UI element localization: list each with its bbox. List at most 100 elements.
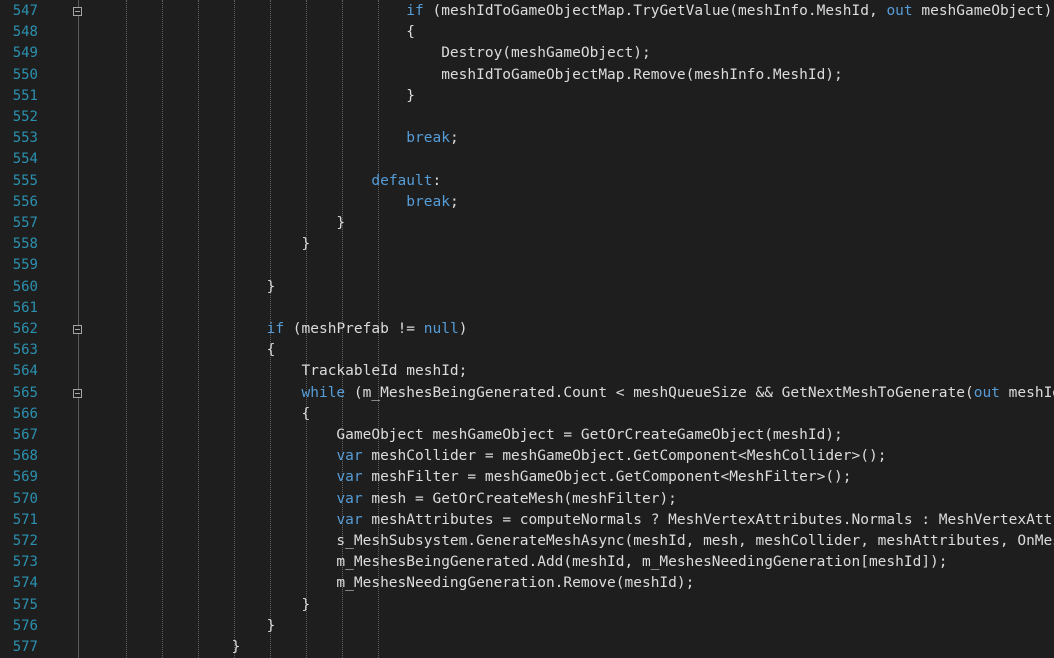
line-number: 547 <box>12 3 38 19</box>
code-text: } <box>92 595 311 616</box>
code-text: } <box>92 213 345 234</box>
code-token: } <box>92 639 241 655</box>
code-text: var meshFilter = meshGameObject.GetCompo… <box>92 467 852 488</box>
line-number: 566 <box>12 405 38 422</box>
code-line[interactable]: 554 <box>0 149 1054 170</box>
line-number: 558 <box>12 236 38 253</box>
code-line[interactable]: 571 var meshAttributes = computeNormals … <box>0 510 1054 531</box>
code-line[interactable]: 555 default: <box>0 171 1054 192</box>
code-token: meshId)) <box>1008 384 1054 401</box>
keyword-token: break <box>406 130 450 147</box>
code-editor[interactable]: 547 if (meshIdToGameObjectMap.TryGetValu… <box>0 0 1054 658</box>
collapse-icon[interactable] <box>73 7 82 16</box>
code-line[interactable]: 550 meshIdToGameObjectMap.Remove(meshInf… <box>0 65 1054 86</box>
code-text: { <box>92 22 415 43</box>
code-token: m_MeshesBeingGenerated.Add(meshId, m_Mes… <box>92 554 948 571</box>
line-number: 557 <box>12 215 38 231</box>
code-line[interactable]: 563 { <box>0 340 1054 361</box>
code-token: } <box>92 215 346 231</box>
code-line[interactable]: 553 break; <box>0 128 1054 149</box>
code-line[interactable]: 547 if (meshIdToGameObjectMap.TryGetValu… <box>0 1 1054 22</box>
code-token: meshIdToGameObjectMap.Remove(meshInfo.Me… <box>92 66 843 83</box>
code-line[interactable]: 565 while (m_MeshesBeingGenerated.Count … <box>0 383 1054 404</box>
code-text: var mesh = GetOrCreateMesh(meshFilter); <box>92 489 676 510</box>
line-number: 559 <box>12 257 38 274</box>
code-text: } <box>92 277 276 298</box>
line-number: 556 <box>12 193 38 210</box>
code-line[interactable]: 560 } <box>0 277 1054 298</box>
code-line[interactable]: 573 m_MeshesBeingGenerated.Add(meshId, m… <box>0 552 1054 573</box>
code-token: } <box>92 596 311 613</box>
code-token: GameObject meshGameObject = GetOrCreateG… <box>92 427 843 443</box>
code-line[interactable]: 549 Destroy(meshGameObject); <box>0 43 1054 64</box>
line-number: 565 <box>12 384 38 401</box>
keyword-token: default <box>371 172 433 189</box>
code-line[interactable]: 574 m_MeshesNeedingGeneration.Remove(mes… <box>0 573 1054 594</box>
line-number: 568 <box>12 448 38 465</box>
code-token: } <box>92 87 416 104</box>
code-token: } <box>92 617 276 634</box>
code-text: s_MeshSubsystem.GenerateMeshAsync(meshId… <box>92 531 1054 552</box>
code-line[interactable]: 548 { <box>0 22 1054 43</box>
code-text: meshIdToGameObjectMap.Remove(meshInfo.Me… <box>92 65 843 86</box>
code-line[interactable]: 570 var mesh = GetOrCreateMesh(meshFilte… <box>0 489 1054 510</box>
code-token: (m_MeshesBeingGenerated.Count < meshQueu… <box>345 384 974 401</box>
code-line[interactable]: 561 <box>0 298 1054 319</box>
collapse-icon[interactable] <box>73 388 82 398</box>
line-number: 560 <box>12 278 38 295</box>
code-token: m_MeshesNeedingGeneration.Remove(meshId)… <box>92 575 695 592</box>
collapse-icon[interactable] <box>73 325 82 334</box>
line-number: 549 <box>12 45 38 62</box>
line-number: 571 <box>12 511 38 528</box>
code-line[interactable]: 552 <box>0 107 1054 128</box>
keyword-token: out <box>886 3 913 19</box>
code-line[interactable]: 569 var meshFilter = meshGameObject.GetC… <box>0 467 1054 488</box>
code-line[interactable]: 564 TrackableId meshId; <box>0 361 1054 382</box>
code-line[interactable]: 566 { <box>0 404 1054 425</box>
line-number: 548 <box>12 24 38 41</box>
code-token: meshGameObject)) <box>912 3 1054 19</box>
code-line[interactable]: 558 } <box>0 234 1054 255</box>
keyword-token: var <box>336 511 363 528</box>
keyword-token: out <box>973 384 1000 401</box>
line-number: 550 <box>12 66 38 83</box>
code-text: m_MeshesNeedingGeneration.Remove(meshId)… <box>92 573 694 594</box>
code-text: var meshCollider = meshGameObject.GetCom… <box>92 446 886 467</box>
code-token: meshFilter = meshGameObject.GetComponent… <box>362 469 852 486</box>
code-text: break; <box>92 128 458 149</box>
code-line[interactable]: 567 GameObject meshGameObject = GetOrCre… <box>0 425 1054 446</box>
code-token: : <box>432 172 442 189</box>
code-line[interactable]: 556 break; <box>0 192 1054 213</box>
line-number: 561 <box>12 299 38 316</box>
code-line[interactable]: 562 if (meshPrefab != null) <box>0 319 1054 340</box>
code-text: m_MeshesBeingGenerated.Add(meshId, m_Mes… <box>92 552 948 573</box>
line-number: 569 <box>12 469 38 486</box>
code-line[interactable]: 559 <box>0 255 1054 276</box>
code-line[interactable]: 551 } <box>0 86 1054 107</box>
code-token: meshCollider = meshGameObject.GetCompone… <box>362 448 887 465</box>
code-line[interactable]: 576 } <box>0 616 1054 637</box>
code-text: while (m_MeshesBeingGenerated.Count < me… <box>92 383 1054 404</box>
keyword-token: while <box>301 384 346 401</box>
code-line[interactable]: 577 } <box>0 637 1054 658</box>
code-line[interactable]: 572 s_MeshSubsystem.GenerateMeshAsync(me… <box>0 531 1054 552</box>
code-text: } <box>92 234 311 255</box>
code-line[interactable]: 568 var meshCollider = meshGameObject.Ge… <box>0 446 1054 467</box>
keyword-token: var <box>336 448 363 465</box>
code-token: { <box>92 24 416 41</box>
code-text: GameObject meshGameObject = GetOrCreateG… <box>92 425 843 446</box>
line-number: 576 <box>12 617 38 634</box>
code-line[interactable]: 557 } <box>0 213 1054 234</box>
code-text: var meshAttributes = computeNormals ? Me… <box>92 510 1054 531</box>
line-number: 563 <box>12 342 38 359</box>
keyword-token: var <box>336 490 363 507</box>
line-number: 553 <box>12 130 38 147</box>
code-line[interactable]: 575 } <box>0 595 1054 616</box>
line-number: 552 <box>12 109 38 125</box>
